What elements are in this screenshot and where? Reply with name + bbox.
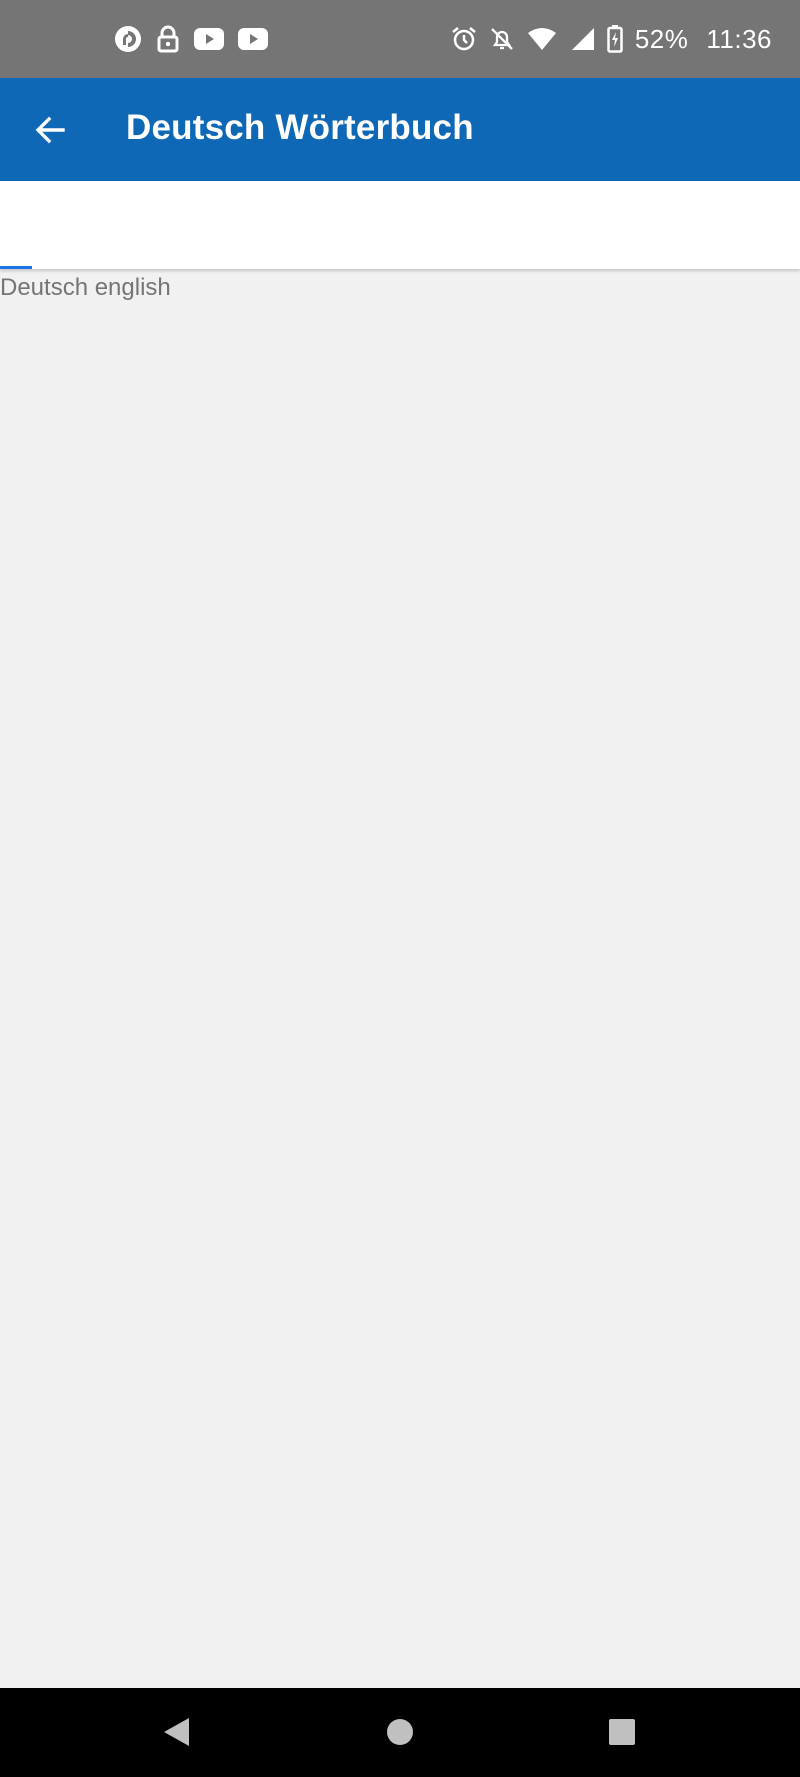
battery-charging-icon — [607, 25, 623, 53]
nav-home-button[interactable] — [372, 1704, 428, 1760]
clock: 11:36 — [706, 23, 772, 54]
web-view-header — [0, 181, 800, 269]
alarm-icon — [451, 26, 477, 52]
back-triangle-icon — [161, 1716, 191, 1748]
youtube-icon — [194, 28, 224, 50]
lock-icon — [156, 25, 180, 53]
nav-back-button[interactable] — [148, 1704, 204, 1760]
status-notification-icons — [114, 24, 268, 54]
pocket-casts-icon — [114, 25, 142, 53]
status-bar: 52% 11:36 — [0, 0, 800, 78]
status-system-icons: 52% 11:36 — [451, 22, 772, 56]
navigation-bar — [0, 1688, 800, 1777]
back-button[interactable] — [22, 102, 78, 158]
recents-square-icon — [608, 1718, 636, 1746]
app-bar: Deutsch Wörterbuch — [0, 78, 800, 181]
loading-progress-fill — [0, 266, 32, 269]
wifi-icon — [527, 27, 557, 51]
home-circle-icon — [386, 1718, 414, 1746]
battery-percentage: 52% — [634, 23, 689, 54]
arrow-back-icon — [34, 114, 66, 146]
youtube-icon — [238, 28, 268, 50]
page-title: Deutsch Wörterbuch — [126, 108, 474, 147]
nav-recents-button[interactable] — [594, 1704, 650, 1760]
loading-progress-bar — [0, 266, 800, 269]
content-text: Deutsch english — [0, 274, 171, 301]
signal-icon — [569, 27, 595, 51]
notifications-off-icon — [489, 26, 515, 52]
screen: 52% 11:36 Deutsch Wörterbuch Deutsch eng… — [0, 0, 800, 1777]
